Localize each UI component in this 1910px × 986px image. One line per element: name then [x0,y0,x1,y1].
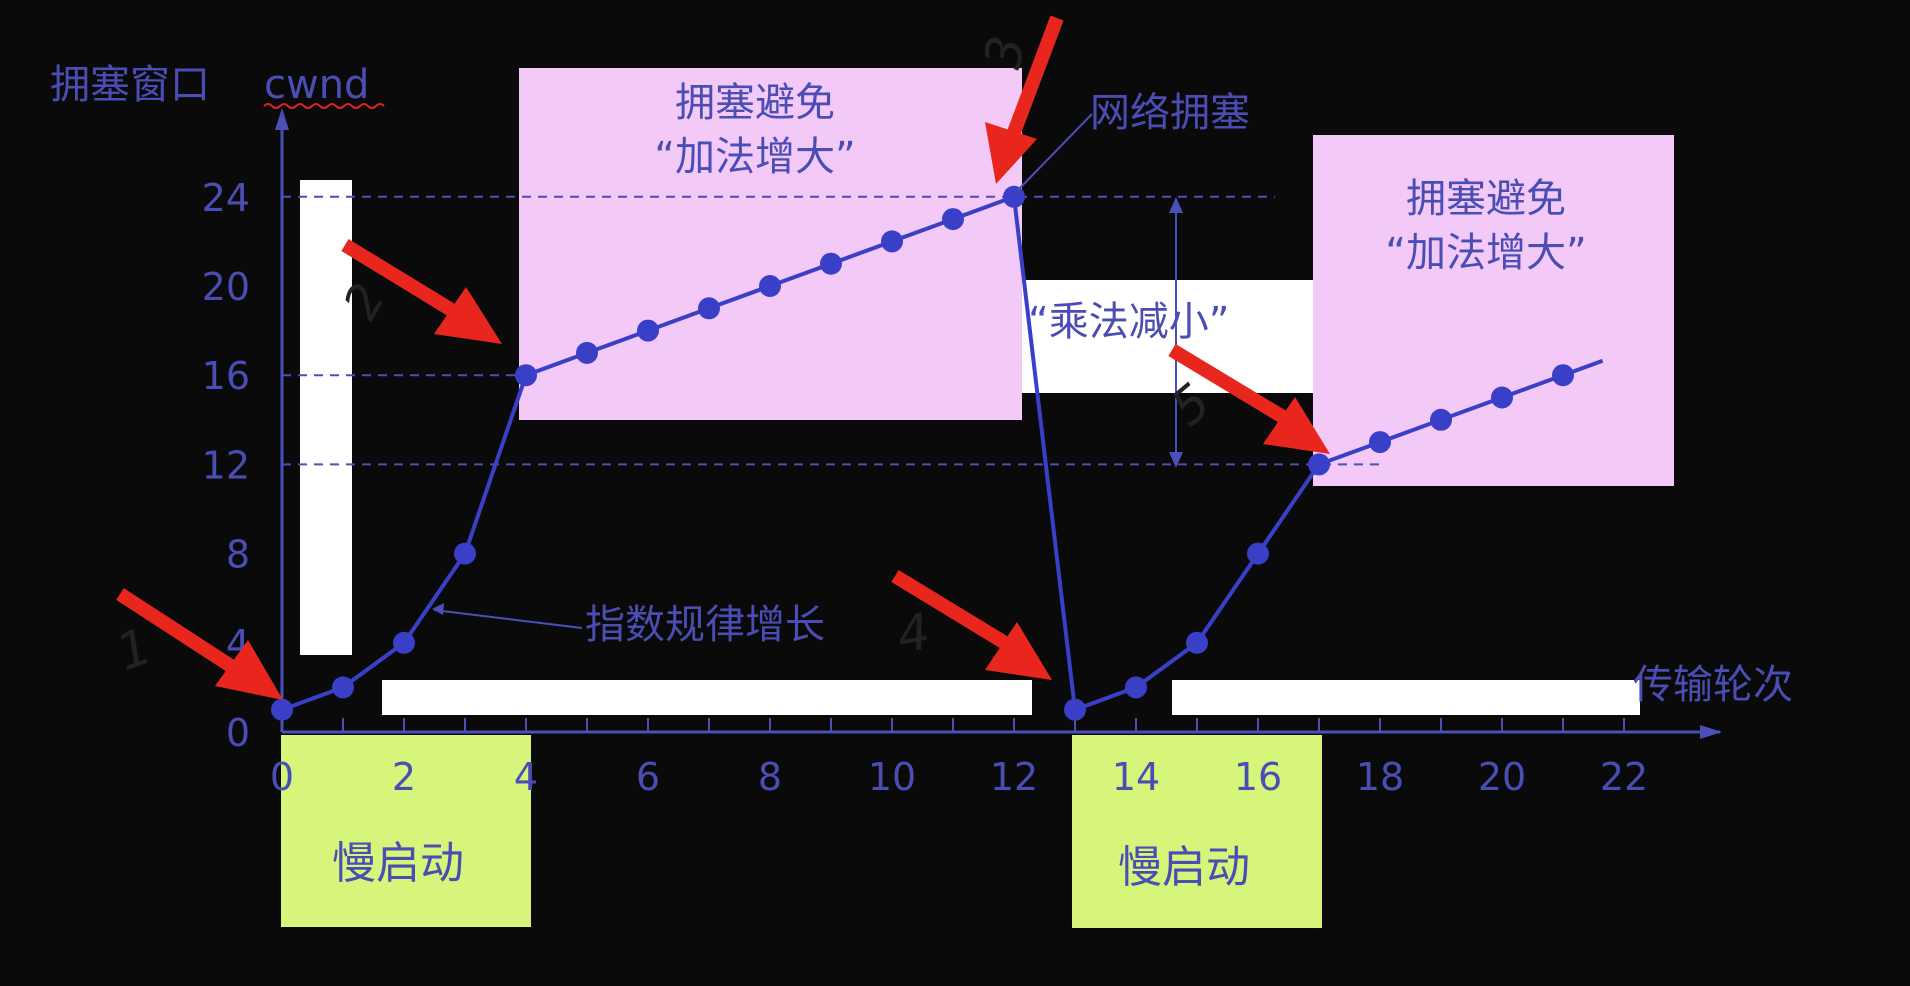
cwnd-point [1064,698,1086,721]
slow-start-label-1: 慢启动 [332,838,464,889]
x-tick-label: 20 [1478,755,1526,799]
network-congestion-label: 网络拥塞 [1090,90,1250,136]
cwnd-point [271,698,293,721]
slow-start-box-2 [1072,735,1322,928]
y-tick-label: 8 [226,533,250,577]
cwnd-chart: 0 2 4 6 8 10 12 14 16 18 20 2204812162024 拥塞窗口 cwnd… [0,0,1910,986]
white-box-bottom-1 [382,680,1032,715]
cwnd-point [1308,453,1330,476]
y-tick-label: 16 [202,354,250,398]
x-tick-label: 18 [1356,755,1404,799]
x-axis-title: 传输轮次 [1633,662,1793,708]
avoid-label-1-line1: 拥塞避免 [675,80,835,126]
x-tick-label: 22 [1600,755,1648,799]
cwnd-point [1003,185,1025,208]
cwnd-point [1186,631,1208,654]
cwnd-point [942,208,964,231]
y-tick-label: 12 [202,443,250,487]
x-tick-label: 10 [868,755,916,799]
x-tick-label: 2 [392,755,416,799]
cwnd-point [515,364,537,387]
x-tick-label: 16 [1234,755,1282,799]
cwnd-point [1430,408,1452,431]
multiplicative-decrease-label: “乘法减小” [1028,299,1229,345]
avoid-label-1-line2: “加法增大” [654,134,855,180]
cwnd-point [759,275,781,297]
x-tick-label: 0 [270,755,294,799]
cwnd-point [698,297,720,320]
x-tick-label: 8 [758,755,782,799]
x-tick-label: 4 [514,755,538,799]
avoid-label-2-line1: 拥塞避免 [1406,176,1566,222]
y-tick-label: 0 [226,711,250,755]
cwnd-point [1552,364,1574,387]
y-axis-title: 拥塞窗口 [50,62,210,108]
cwnd-point [881,230,903,253]
cwnd-point [1369,431,1391,454]
cwnd-point [1125,676,1147,699]
cwnd-point [820,252,842,275]
cwnd-point [332,676,354,699]
y-tick-label: 24 [202,176,250,220]
cwnd-point [393,631,415,654]
cwnd-point [637,319,659,342]
x-tick-label: 12 [990,755,1038,799]
exponential-growth-label: 指数规律增长 [585,602,825,648]
slow-start-label-2: 慢启动 [1118,842,1250,893]
x-tick-label: 6 [636,755,660,799]
cwnd-point [1247,542,1269,565]
cwnd-point [1491,386,1513,409]
x-tick-label: 14 [1112,755,1160,799]
white-box-bottom-2 [1172,680,1640,715]
avoid-label-2-line2: “加法增大” [1385,230,1586,276]
y-axis-var: cwnd [264,62,369,108]
cwnd-point [576,341,598,364]
cwnd-point [454,542,476,565]
y-tick-label: 20 [202,265,250,309]
